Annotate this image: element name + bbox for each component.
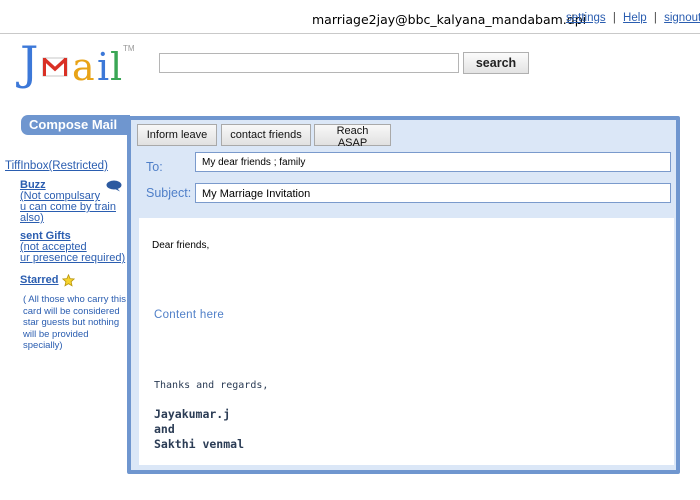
top-links: settings | Help | signout [566,12,700,24]
contact-friends-button[interactable]: contact friends [221,124,311,146]
trademark-mark: TM [123,44,135,53]
logo-letter-a: a [72,45,95,89]
star-icon [62,274,75,287]
to-label: To: [146,160,163,174]
envelope-icon [42,57,68,77]
jmail-logo[interactable]: J a i l TM [20,40,140,94]
body-greeting: Dear friends, [152,240,210,251]
compose-mail-button[interactable]: Compose Mail [21,115,130,135]
link-separator: | [653,12,657,24]
signature-line: Sakthi venmal [154,437,245,451]
subject-label: Subject: [146,186,192,200]
link-separator: | [612,12,616,24]
compose-panel: Inform leave contact friends Reach ASAP … [127,116,680,474]
signature-line: Jayakumar.j [154,407,231,421]
reach-asap-button[interactable]: Reach ASAP [314,124,391,149]
search-input[interactable] [159,53,459,73]
buzz-note-line: also) [20,212,44,224]
logo-letter-j: J [20,36,39,90]
chat-bubble-icon [106,180,122,192]
body-content: Content here [154,309,225,321]
sidebar-item-starred[interactable]: Starred [20,275,59,286]
help-link[interactable]: Help [623,12,647,24]
sidebar-item-buzz[interactable]: Buzz (Not compulsary u can come by train… [20,180,116,224]
to-field[interactable]: My dear friends ; family [195,152,671,172]
gifts-note-line: ur presence required) [20,252,126,264]
signature-line: and [154,422,175,436]
starred-title: Starred [20,274,59,286]
sidebar-item-sent-gifts[interactable]: sent Gifts (not accepted ur presence req… [20,231,125,264]
subject-field[interactable]: My Marriage Invitation [195,183,671,203]
logo-letter-l: l [110,45,123,89]
settings-link[interactable]: settings [566,12,606,24]
top-bar: marriage2jay@bbc_kalyana_mandabam.dpi se… [0,0,700,34]
search-button[interactable]: search [463,52,529,74]
signout-link[interactable]: signout [664,12,700,24]
message-body[interactable]: Dear friends, Content here Thanks and re… [139,218,674,465]
starred-note: ( All those who carry this card will be … [23,294,126,351]
sidebar-item-inbox[interactable]: TiffInbox(Restricted) [5,160,108,172]
body-thanks: Thanks and regards, [154,380,269,391]
logo-letter-i: i [97,45,110,89]
inform-leave-button[interactable]: Inform leave [137,124,217,146]
account-email: marriage2jay@bbc_kalyana_mandabam.dpi [312,12,587,27]
